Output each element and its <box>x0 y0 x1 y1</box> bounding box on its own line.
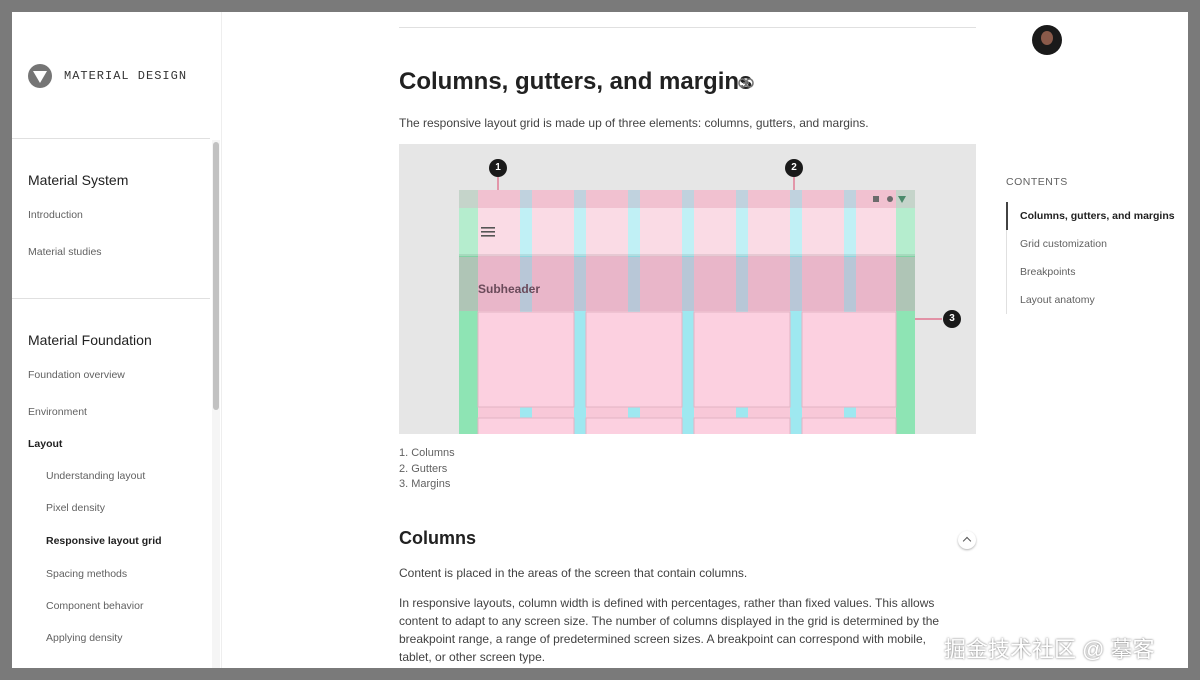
sidebar-item-material-studies[interactable]: Material studies <box>28 246 102 258</box>
layout-grid-figure: 1 2 3 Subheader <box>399 144 976 434</box>
section-paragraph: Content is placed in the areas of the sc… <box>399 566 748 580</box>
page-title: Columns, gutters, and margins <box>399 68 753 95</box>
sidebar-item-understanding-layout[interactable]: Understanding layout <box>46 470 145 482</box>
sidebar: MATERIAL DESIGN Material System Introduc… <box>12 12 222 668</box>
contents-title: CONTENTS <box>1006 176 1068 188</box>
watermark-text: 掘金技术社区 @ 摹客 <box>944 637 1155 662</box>
sidebar-item-spacing-methods[interactable]: Spacing methods <box>46 568 127 580</box>
marker-3: 3 <box>943 310 961 328</box>
contents-item-grid-customization[interactable]: Grid customization <box>1020 238 1107 250</box>
intro-text: The responsive layout grid is made up of… <box>399 116 869 130</box>
section-paragraph: In responsive layouts, column width is d… <box>399 596 940 664</box>
caption-item: 2. Gutters <box>399 462 448 475</box>
contents-item-layout-anatomy[interactable]: Layout anatomy <box>1020 294 1095 306</box>
user-avatar[interactable] <box>1032 25 1062 55</box>
brand-logo-link[interactable]: MATERIAL DESIGN <box>28 64 187 88</box>
collapse-button[interactable] <box>958 531 976 549</box>
sidebar-item-introduction[interactable]: Introduction <box>28 209 83 221</box>
sidebar-item-component-behavior[interactable]: Component behavior <box>46 600 143 612</box>
sidebar-divider <box>12 138 210 139</box>
sidebar-item-responsive-layout-grid[interactable]: Responsive layout grid <box>46 535 162 547</box>
contents-active-indicator <box>1006 202 1008 230</box>
marker-1: 1 <box>489 159 507 177</box>
sidebar-item-foundation-overview[interactable]: Foundation overview <box>28 369 125 381</box>
sidebar-section-title[interactable]: Material System <box>28 172 128 188</box>
top-divider <box>399 27 976 28</box>
sidebar-scrollbar-thumb[interactable] <box>213 142 219 410</box>
figure-subheader: Subheader <box>478 282 541 296</box>
brand-name: MATERIAL DESIGN <box>64 69 188 83</box>
sidebar-divider <box>12 298 210 299</box>
material-logo-icon <box>28 64 52 88</box>
app-frame: MATERIAL DESIGN Material System Introduc… <box>12 12 1188 668</box>
sidebar-item-applying-density[interactable]: Applying density <box>46 632 122 644</box>
section-heading-columns: Columns <box>399 528 477 548</box>
sidebar-item-layout[interactable]: Layout <box>28 438 62 450</box>
link-icon[interactable] <box>738 78 754 88</box>
contents-item-columns-gutters-margins[interactable]: Columns, gutters, and margins <box>1020 210 1175 222</box>
sidebar-item-pixel-density[interactable]: Pixel density <box>46 502 105 514</box>
figure-caption-list: 1. Columns 2. Gutters 3. Margins <box>399 446 455 493</box>
contents-item-breakpoints[interactable]: Breakpoints <box>1020 266 1075 278</box>
caption-item: 1. Columns <box>399 447 455 459</box>
sidebar-item-environment[interactable]: Environment <box>28 406 87 418</box>
caption-item: 3. Margins <box>399 478 451 490</box>
hamburger-menu-icon <box>481 227 495 237</box>
marker-2: 2 <box>785 159 803 177</box>
sidebar-section-title[interactable]: Material Foundation <box>28 332 152 348</box>
